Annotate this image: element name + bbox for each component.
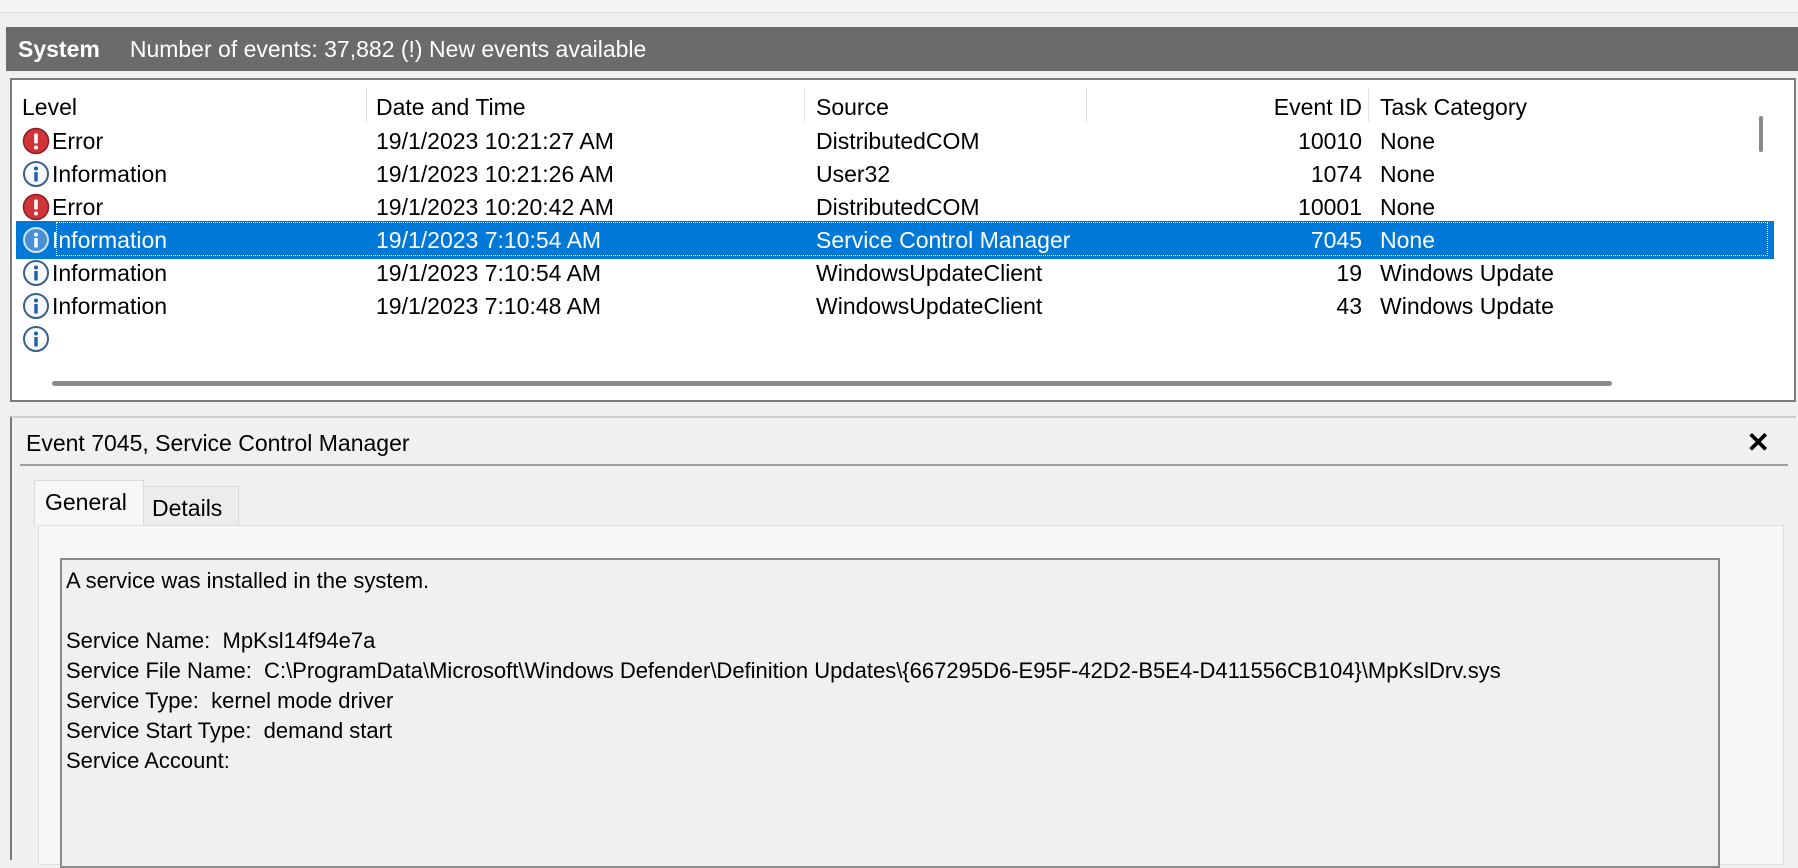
info-icon (22, 259, 50, 287)
horizontal-scrollbar[interactable] (16, 372, 1774, 398)
info-icon (22, 292, 50, 320)
cell-source: Service Control Manager (816, 227, 1071, 253)
table-row-partial[interactable] (16, 320, 1774, 358)
message-service-start-type: Service Start Type: demand start (66, 718, 393, 743)
error-icon (22, 127, 50, 155)
cell-source: WindowsUpdateClient (816, 293, 1043, 319)
column-header-source[interactable]: Source (816, 94, 889, 121)
cell-source: User32 (816, 161, 891, 187)
top-strip (0, 0, 1798, 13)
cell-datetime: 19/1/2023 7:10:54 AM (376, 260, 602, 286)
cell-event-id: 10010 (1298, 128, 1362, 154)
cell-source: DistributedCOM (816, 194, 980, 220)
cell-event-id: 10001 (1298, 194, 1362, 220)
info-icon (22, 226, 50, 254)
column-header-level[interactable]: Level (22, 94, 77, 121)
log-name: System (18, 35, 100, 62)
message-service-name: Service Name: MpKsl14f94e7a (66, 628, 376, 653)
info-icon (22, 325, 50, 353)
cell-event-id: 7045 (1310, 227, 1362, 253)
close-icon[interactable]: ✕ (1747, 426, 1770, 459)
cell-task-category: Windows Update (1380, 293, 1554, 319)
tab-details[interactable]: Details (143, 486, 239, 526)
cell-source: DistributedCOM (816, 128, 980, 154)
cell-datetime: 19/1/2023 7:10:54 AM (376, 227, 602, 253)
column-header-event-id[interactable]: Event ID (1274, 94, 1362, 121)
cell-task-category: Windows Update (1380, 260, 1554, 286)
column-header-datetime[interactable]: Date and Time (376, 94, 526, 121)
cell-event-id: 1074 (1310, 161, 1362, 187)
event-list-header: Level Date and Time Source Event ID Task… (16, 82, 1774, 124)
event-list: Level Date and Time Source Event ID Task… (16, 82, 1774, 372)
detail-divider (20, 464, 1788, 466)
column-divider[interactable] (1368, 88, 1369, 122)
cell-task-category: None (1380, 161, 1435, 187)
vertical-scroll-thumb[interactable] (1759, 116, 1763, 152)
horizontal-scroll-thumb[interactable] (52, 381, 1612, 386)
cell-event-id: 43 (1336, 293, 1362, 319)
cell-datetime: 19/1/2023 10:20:42 AM (376, 194, 614, 220)
cell-level: Information (52, 293, 168, 319)
cell-datetime: 19/1/2023 10:21:26 AM (376, 161, 614, 187)
event-detail-pane: Event 7045, Service Control Manager ✕ Ge… (10, 416, 1796, 868)
cell-task-category: None (1380, 128, 1435, 154)
column-divider[interactable] (804, 88, 805, 122)
cell-level: Information (52, 227, 168, 253)
message-service-file-name: Service File Name: C:\ProgramData\Micros… (66, 658, 1501, 683)
log-header-bar: System Number of events: 37,882 (!) New … (6, 27, 1798, 71)
error-icon (22, 193, 50, 221)
vertical-scrollbar[interactable] (1752, 86, 1770, 370)
cell-datetime: 19/1/2023 10:21:27 AM (376, 128, 614, 154)
cell-datetime: 19/1/2023 7:10:48 AM (376, 293, 602, 319)
tab-general[interactable]: General (34, 480, 144, 526)
message-service-type: Service Type: kernel mode driver (66, 688, 394, 713)
cell-task-category: None (1380, 227, 1435, 253)
column-header-task-category[interactable]: Task Category (1380, 94, 1527, 121)
event-list-panel: Level Date and Time Source Event ID Task… (10, 78, 1796, 402)
cell-level: Information (52, 161, 168, 187)
cell-level: Error (52, 194, 104, 220)
cell-level: Information (52, 260, 168, 286)
info-icon (22, 160, 50, 188)
detail-title: Event 7045, Service Control Manager (26, 430, 410, 456)
cell-level: Error (52, 128, 104, 154)
message-service-account: Service Account: (66, 748, 230, 773)
event-message-box[interactable]: A service was installed in the system. S… (60, 558, 1720, 868)
message-intro: A service was installed in the system. (66, 568, 430, 593)
column-divider[interactable] (1086, 88, 1087, 122)
cell-source: WindowsUpdateClient (816, 260, 1043, 286)
event-count-text: Number of events: 37,882 (!) New events … (129, 35, 647, 62)
column-divider[interactable] (366, 88, 367, 122)
cell-task-category: None (1380, 194, 1435, 220)
cell-event-id: 19 (1336, 260, 1362, 286)
